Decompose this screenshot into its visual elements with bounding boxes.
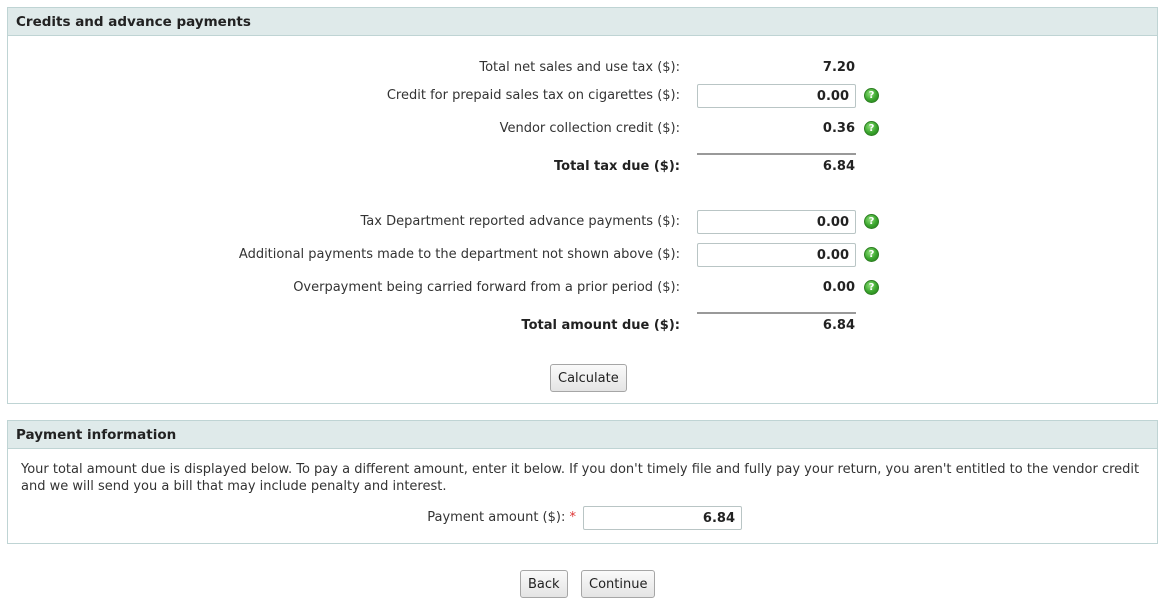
additional-payments-input[interactable] <box>697 243 856 267</box>
calculate-button[interactable]: Calculate <box>550 364 627 392</box>
help-icon[interactable]: ? <box>864 280 879 295</box>
total-net-sales-row: Total net sales and use tax ($): 7.20 <box>8 56 1157 80</box>
cigarette-credit-input[interactable] <box>697 84 856 108</box>
help-icon[interactable]: ? <box>864 247 879 262</box>
credits-panel-title: Credits and advance payments <box>8 8 1157 36</box>
overpayment-row: Overpayment being carried forward from a… <box>8 276 1157 300</box>
payment-amount-label-text: Payment amount ($): <box>427 510 566 525</box>
advance-payments-label: Tax Department reported advance payments… <box>360 214 680 229</box>
continue-button[interactable]: Continue <box>581 570 656 598</box>
total-tax-due-value: 6.84 <box>822 159 855 174</box>
payment-info-text: Your total amount due is displayed below… <box>21 462 1140 494</box>
payment-amount-label: Payment amount ($): * <box>427 510 576 525</box>
help-icon[interactable]: ? <box>864 88 879 103</box>
advance-payments-input[interactable] <box>697 210 856 234</box>
total-amount-due-value: 6.84 <box>822 318 855 333</box>
payment-amount-input[interactable] <box>583 506 742 530</box>
overpayment-label: Overpayment being carried forward from a… <box>293 280 680 295</box>
payment-amount-row: Payment amount ($): * <box>8 506 1157 530</box>
total-amount-due-label: Total amount due ($): <box>521 318 680 333</box>
total-net-sales-value: 7.20 <box>822 60 855 75</box>
overpayment-value: 0.00 <box>822 280 855 295</box>
total-net-sales-label: Total net sales and use tax ($): <box>479 60 680 75</box>
additional-payments-label: Additional payments made to the departme… <box>238 247 680 262</box>
advance-payments-row: Tax Department reported advance payments… <box>8 210 1157 234</box>
required-mark: * <box>569 510 577 525</box>
help-icon[interactable]: ? <box>864 214 879 229</box>
additional-payments-row: Additional payments made to the departme… <box>8 243 1157 267</box>
payment-panel-title: Payment information <box>8 421 1157 449</box>
total-tax-due-row: Total tax due ($): 6.84 <box>8 155 1157 179</box>
total-amount-due-row: Total amount due ($): 6.84 <box>8 314 1157 338</box>
help-icon[interactable]: ? <box>864 121 879 136</box>
cigarette-credit-row: Credit for prepaid sales tax on cigarett… <box>8 84 1157 108</box>
vendor-credit-row: Vendor collection credit ($): 0.36 ? <box>8 117 1157 141</box>
vendor-credit-value: 0.36 <box>822 121 855 136</box>
back-button[interactable]: Back <box>520 570 568 598</box>
total-tax-due-label: Total tax due ($): <box>554 159 680 174</box>
cigarette-credit-label: Credit for prepaid sales tax on cigarett… <box>386 88 680 103</box>
payment-panel: Payment information Your total amount du… <box>7 420 1158 544</box>
credits-panel: Credits and advance payments Total net s… <box>7 7 1158 404</box>
vendor-credit-label: Vendor collection credit ($): <box>499 121 680 136</box>
